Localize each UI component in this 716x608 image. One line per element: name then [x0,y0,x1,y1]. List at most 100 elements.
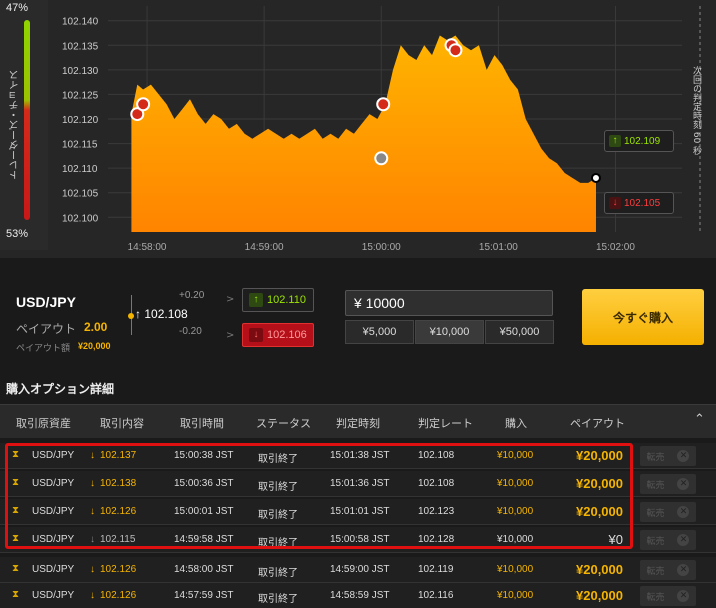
x-axis: 14:58:00 14:59:00 15:00:00 15:01:00 15:02:00 [128,242,636,253]
payout-label: ペイアウト [16,322,77,336]
down-arrow-icon: ↓ [90,450,95,461]
collapse-icon[interactable]: ⌃ [694,412,705,427]
y-tick-label: 102.140 [62,17,99,28]
current-high-tag: ↑ 102.109 [604,130,674,152]
cell-entry: 102.126 [100,590,137,601]
x-tick-label: 15:02:00 [596,242,635,253]
high-button[interactable]: ↑ 102.110 [242,288,314,312]
close-icon: ✕ [677,590,690,602]
th-payout: ペイアウト [570,417,625,430]
resell-label: 転売 [646,452,665,463]
close-icon: ✕ [677,564,690,576]
hourglass-icon: ⧗ [12,449,20,460]
hourglass-icon: ⧗ [12,505,20,516]
cell-judge-time: 14:58:59 JST [330,590,390,601]
amount-10000-button[interactable]: ¥10,000 [415,320,484,344]
cell-entry: 102.115 [100,534,136,545]
x-tick-label: 14:58:00 [128,242,167,253]
amount-5000-button[interactable]: ¥5,000 [345,320,414,344]
amount-input[interactable]: ¥ 10000 [345,290,553,316]
cell-purchase: ¥10,000 [497,564,534,575]
strike-plus[interactable]: +0.20 [179,290,204,301]
trade-marker-icon[interactable] [376,97,391,112]
cell-time: 14:57:59 JST [174,590,234,601]
low-ratio-label: 53% [6,228,29,240]
low-button[interactable]: ↓ 102.106 [242,323,314,347]
table-row: ⧗ USD/JPY ↓ 102.138 15:00:36 JST 取引終了 15:01:36… [0,471,716,497]
y-axis: 102.140 102.135 102.130 102.125 102.120 102.1… [62,17,99,225]
cell-status: 取引終了 [258,454,298,465]
trade-marker-icon[interactable] [136,97,151,112]
down-arrow-icon: ↓ [609,197,621,209]
cell-status: 取引終了 [258,538,298,549]
y-tick-label: 102.100 [62,213,99,224]
cell-judge-rate: 102.128 [418,534,455,545]
price-chart: 102.140 102.135 102.130 102.125 102.120 102.1… [62,6,701,253]
strike-minus[interactable]: -0.20 [179,326,202,337]
amount-50000-button[interactable]: ¥50,000 [485,320,554,344]
down-arrow-icon: ↓ [249,328,263,342]
up-arrow-icon: ↑ [249,293,263,307]
table-row: ⧗ USD/JPY ↓ 102.115 14:59:58 JST 取引終了 15:00:58… [0,527,716,553]
cell-judge-rate: 102.116 [418,590,454,601]
traders-choice-bar [24,20,30,220]
cell-asset: USD/JPY [32,478,75,489]
trade-marker-icon[interactable] [448,43,463,58]
cell-payout: ¥20,000 [576,448,623,463]
traders-choice-panel: 47% トレーダーズ・チョイス 53% [0,0,48,250]
resell-label: 転売 [646,508,665,519]
payout-value: 2.00 [84,320,108,334]
resell-label: 転売 [646,480,665,491]
table-row: ⧗ USD/JPY ↓ 102.126 15:00:01 JST 取引終了 15:01:01… [0,499,716,525]
cell-judge-rate: 102.119 [418,564,454,575]
cell-judge-rate: 102.123 [418,506,455,517]
options-title: 購入オプション詳細 [6,382,115,396]
close-icon: ✕ [677,450,690,462]
close-icon: ✕ [677,506,690,518]
currency-pair: USD/JPY [16,294,76,310]
down-arrow-icon: ↓ [90,534,95,545]
cell-asset: USD/JPY [32,450,75,461]
cell-payout: ¥20,000 [576,588,623,603]
cell-payout: ¥20,000 [576,562,623,577]
cell-entry: 102.137 [100,450,137,461]
cell-purchase: ¥10,000 [497,506,534,517]
up-arrow-icon: ↑ [135,307,141,321]
resell-button[interactable]: 転売 ✕ [640,474,696,494]
cell-purchase: ¥10,000 [497,534,534,545]
th-judge-rate: 判定レート [418,417,473,430]
resell-label: 転売 [646,566,665,577]
cell-payout: ¥20,000 [576,476,623,491]
th-judge-time: 判定時刻 [336,417,380,430]
cell-judge-time: 15:00:58 JST [330,534,390,545]
cell-payout: ¥0 [608,532,623,547]
cell-judge-rate: 102.108 [418,450,455,461]
y-tick-label: 102.105 [62,189,99,200]
resell-button[interactable]: 転売 ✕ [640,530,696,550]
down-arrow-icon: ↓ [90,506,95,517]
cell-judge-time: 15:01:01 JST [330,506,390,517]
hourglass-icon: ⧗ [12,533,20,544]
resell-button[interactable]: 転売 ✕ [640,560,696,580]
resell-button[interactable]: 転売 ✕ [640,446,696,466]
buy-now-button[interactable]: 今すぐ購入 [582,289,704,345]
trade-marker-icon[interactable] [374,151,389,166]
resell-label: 転売 [646,592,665,603]
cell-status: 取引終了 [258,568,298,579]
x-tick-label: 14:59:00 [245,242,284,253]
high-ratio-label: 47% [6,2,29,14]
cell-purchase: ¥10,000 [497,590,534,601]
resell-button[interactable]: 転売 ✕ [640,586,696,606]
resell-label: 転売 [646,536,665,547]
up-arrow-icon: ↑ [609,135,621,147]
current-price-dot [590,172,601,183]
high-tag-value: 102.109 [624,135,661,147]
y-tick-label: 102.130 [62,66,99,77]
cell-status: 取引終了 [258,510,298,521]
chevron-right-icon: > [226,330,235,341]
resell-button[interactable]: 転売 ✕ [640,502,696,522]
payout-amount-value: ¥20,000 [78,341,111,351]
cell-judge-time: 14:59:00 JST [330,564,390,575]
strike-dot-icon [128,313,134,319]
options-table-header: 取引原資産 取引内容 取引時間 ステータス 判定時刻 判定レート 購入 ペイアウ… [0,404,716,438]
